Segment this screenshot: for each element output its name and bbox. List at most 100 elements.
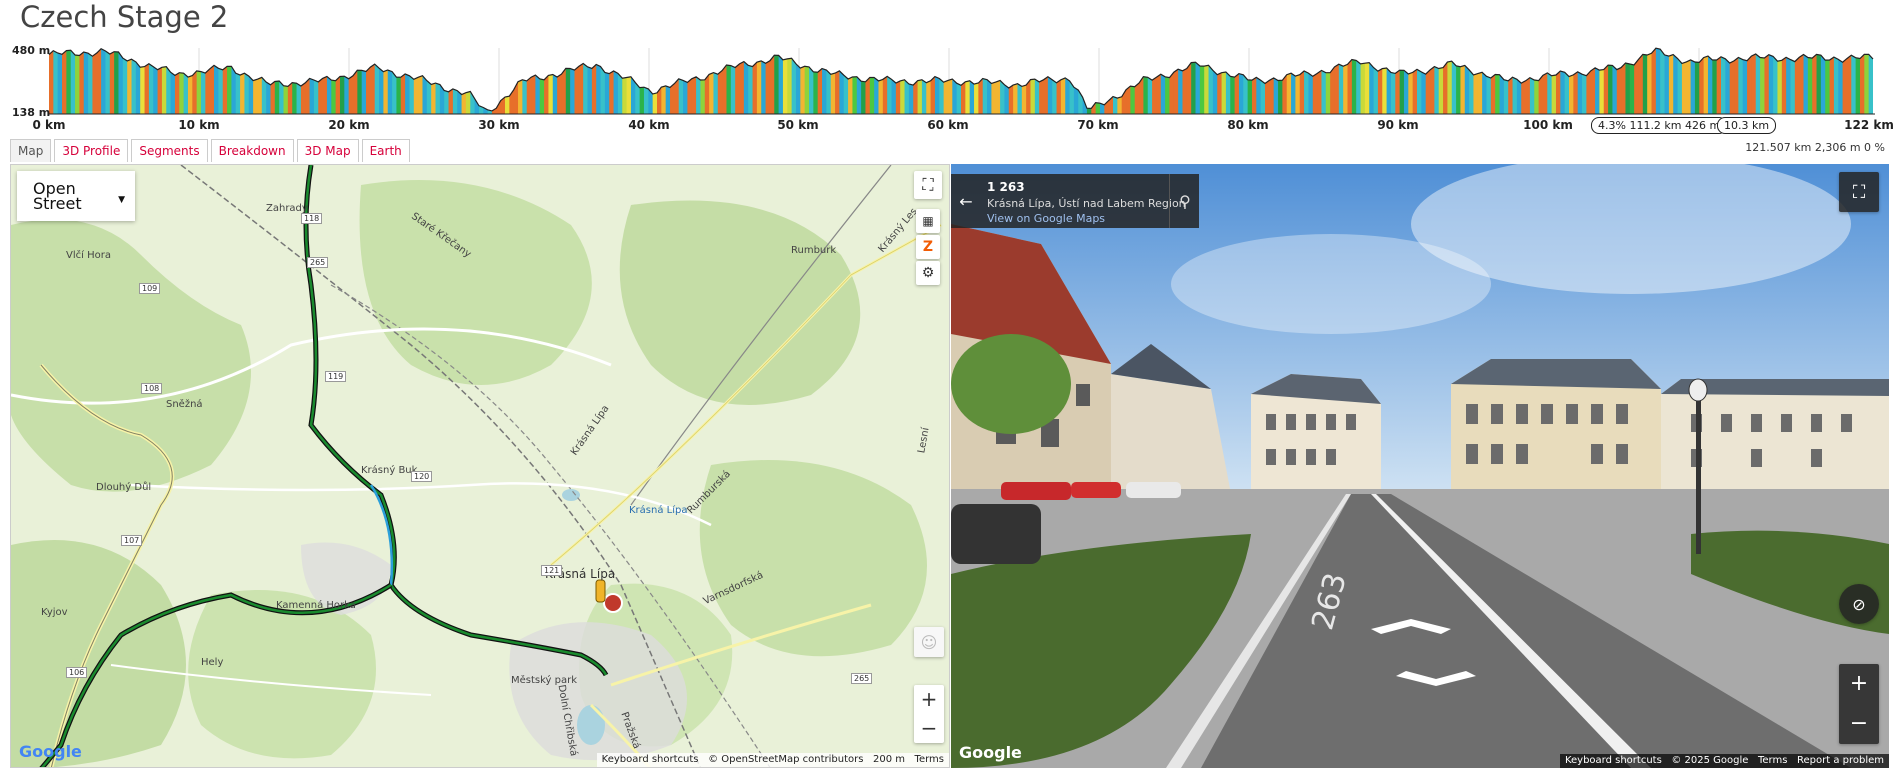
x-label: 90 km <box>1377 118 1419 132</box>
arrow-left-icon: ← <box>959 191 973 211</box>
terms-link[interactable]: Terms <box>915 754 944 765</box>
compass-button[interactable]: ⊘ <box>1839 584 1879 624</box>
gradient-stripe <box>1078 48 1084 114</box>
street-view-canvas[interactable] <box>951 164 1889 768</box>
gradient-stripe <box>565 48 571 114</box>
gradient-stripe <box>1191 48 1197 114</box>
gradient-stripe <box>726 48 732 114</box>
gradient-stripe <box>431 48 437 114</box>
road-number: 118 <box>301 213 323 224</box>
view-on-google-maps-link[interactable]: View on Google Maps <box>987 212 1105 225</box>
gradient-stripe <box>92 48 98 114</box>
osm-attribution[interactable]: © OpenStreetMap contributors <box>708 754 863 765</box>
gradient-stripe <box>292 48 298 114</box>
gradient-stripe <box>730 48 736 114</box>
gradient-stripe <box>934 48 940 114</box>
gradient-stripe <box>1225 48 1231 114</box>
gradient-stripe <box>1616 48 1622 114</box>
copyright: © 2025 Google <box>1671 755 1749 766</box>
gradient-stripe <box>1590 48 1596 114</box>
x-label: 80 km <box>1227 118 1269 132</box>
gradient-stripe <box>908 48 914 114</box>
gradient-stripe <box>1165 48 1171 114</box>
gradient-stripe <box>1586 48 1592 114</box>
sv-zoom-out-button[interactable]: − <box>1850 704 1868 744</box>
gradient-stripe <box>1499 48 1505 114</box>
gradient-stripe <box>513 48 519 114</box>
tab-3d-profile[interactable]: 3D Profile <box>54 139 129 162</box>
grid-button[interactable]: ▦ <box>916 209 940 233</box>
gradient-stripe <box>49 48 54 114</box>
fullscreen-button[interactable]: ⛶ <box>914 171 942 199</box>
gradient-stripe <box>1004 48 1010 114</box>
map-label: Rumburk <box>791 245 837 256</box>
x-label: 70 km <box>1077 118 1119 132</box>
location-pin-button[interactable]: ⚲ <box>1173 186 1197 216</box>
keyboard-shortcuts-link[interactable]: Keyboard shortcuts <box>1565 755 1662 766</box>
pegman-button[interactable]: ☺ <box>914 627 944 657</box>
settings-button[interactable]: ⚙ <box>916 261 940 285</box>
gradient-stripe <box>852 48 858 114</box>
zoom-control: + − <box>914 685 944 743</box>
gradient-stripe <box>283 48 289 114</box>
gradient-stripe <box>491 48 497 114</box>
x-label: 100 km <box>1523 118 1573 132</box>
gradient-stripe <box>735 48 741 114</box>
gradient-stripe <box>869 48 875 114</box>
finish-flag-icon[interactable] <box>603 593 623 613</box>
gradient-stripe <box>105 48 111 114</box>
sv-fullscreen-button[interactable]: ⛶ <box>1839 172 1879 212</box>
terms-link[interactable]: Terms <box>1758 755 1787 766</box>
report-problem-link[interactable]: Report a problem <box>1797 755 1884 766</box>
gradient-stripe <box>1312 48 1318 114</box>
compass-icon: ⊘ <box>1852 594 1866 614</box>
gradient-stripe <box>1364 48 1370 114</box>
gradient-stripe <box>813 48 819 114</box>
gradient-stripe <box>222 48 228 114</box>
gradient-stripe <box>1121 48 1127 114</box>
strava-button[interactable]: Z <box>916 235 940 259</box>
gradient-stripe <box>1629 48 1635 114</box>
map-layer-select[interactable]: Open Street ▼ <box>17 171 135 221</box>
map-label: Městský park <box>511 675 578 686</box>
gradient-stripe <box>665 48 671 114</box>
location-pin-icon: ⚲ <box>1179 191 1191 211</box>
gradient-stripe <box>748 48 754 114</box>
pegman-icon[interactable] <box>595 579 606 603</box>
tab-breakdown[interactable]: Breakdown <box>210 139 294 162</box>
gradient-stripe <box>1408 48 1414 114</box>
back-button[interactable]: ← <box>951 174 981 228</box>
gradient-stripe <box>1681 48 1687 114</box>
gradient-stripe <box>591 48 597 114</box>
tab-segments[interactable]: Segments <box>131 139 208 162</box>
gradient-stripe <box>1595 48 1600 114</box>
keyboard-shortcuts-link[interactable]: Keyboard shortcuts <box>602 754 699 765</box>
gradient-stripe <box>609 48 615 114</box>
zoom-in-button[interactable]: + <box>921 685 938 714</box>
map-label: Kamenná Horka <box>276 600 356 611</box>
gradient-stripe <box>991 48 997 114</box>
gradient-stripe <box>353 48 358 114</box>
gradient-stripe <box>739 48 745 114</box>
gradient-stripe <box>1377 48 1383 114</box>
road-number: 106 <box>66 667 88 678</box>
gradient-stripe <box>201 48 206 114</box>
tab-earth[interactable]: Earth <box>361 139 410 162</box>
gradient-stripe <box>531 48 536 114</box>
tab-map[interactable]: Map <box>10 139 52 162</box>
gradient-stripe <box>1538 48 1544 114</box>
grid-icon: ▦ <box>922 214 934 228</box>
street-view-panel[interactable]: 263 ← 1 263 Krásná Lípa, Ústí nad Labem … <box>951 164 1889 768</box>
pegman-icon: ☺ <box>920 632 938 652</box>
map-panel[interactable]: Open Street ▼ Vlčí Hora Zahrady Sněžná D… <box>10 164 950 768</box>
sv-zoom-in-button[interactable]: + <box>1850 664 1868 704</box>
gradient-stripe <box>474 48 480 114</box>
x-label: 122 km <box>1844 118 1894 132</box>
map-label: Sněžná <box>166 399 203 410</box>
zoom-out-button[interactable]: − <box>921 714 938 743</box>
x-label: 60 km <box>927 118 969 132</box>
tab-3d-map[interactable]: 3D Map <box>296 139 359 162</box>
gradient-stripe <box>826 48 832 114</box>
gradient-stripe <box>1390 48 1396 114</box>
gradient-stripe <box>843 48 849 114</box>
